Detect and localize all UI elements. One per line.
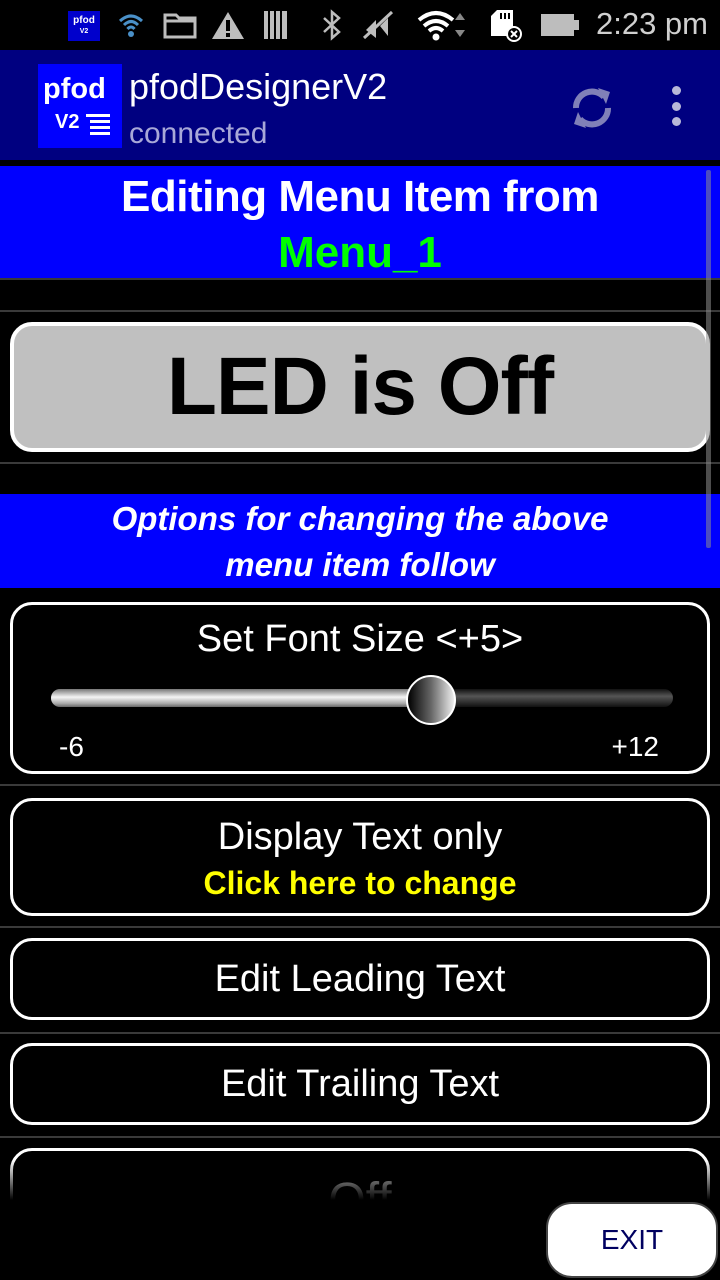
logo-version: V2 [55, 111, 80, 133]
app-icon-subtext: V2 [79, 28, 89, 35]
logo-text: pfod [43, 73, 106, 105]
app-icon-text: pfod [73, 15, 95, 26]
exit-label: EXIT [600, 1224, 664, 1255]
slider-min-label: -6 [59, 731, 84, 762]
preview-label: LED is Off [166, 341, 554, 432]
wifi-hotspot-icon [116, 10, 146, 40]
battery-icon [540, 10, 580, 40]
scrollbar[interactable] [706, 170, 711, 548]
clock: 2:23 pm [595, 6, 708, 41]
refresh-icon[interactable] [566, 82, 618, 134]
font-size-label: Set Font Size <+5> [196, 618, 524, 660]
connection-status: connected [129, 117, 268, 150]
font-size-slider-track[interactable] [51, 689, 673, 707]
divider [0, 1032, 720, 1034]
wifi-icon [416, 10, 470, 41]
editing-header-title: Editing Menu Item from [121, 172, 599, 221]
font-size-slider-fill [51, 689, 432, 707]
overflow-menu-icon[interactable] [662, 86, 690, 126]
app-logo: pfod V2 [38, 64, 122, 148]
options-banner-line1: Options for changing the above [111, 500, 609, 537]
edit-trailing-text-label: Edit Trailing Text [220, 1062, 500, 1105]
app-bar: pfod V2 pfodDesignerV2 connected [0, 50, 720, 160]
scroll-fade [0, 1160, 720, 1200]
bluetooth-icon [318, 9, 346, 41]
divider [0, 784, 720, 786]
font-size-slider-card: Set Font Size <+5> -6 +12 [10, 602, 710, 774]
status-bar: pfod V2 2:23 pm [0, 0, 720, 50]
divider [0, 1136, 720, 1138]
edit-leading-text-label: Edit Leading Text [214, 957, 506, 1000]
folder-icon [162, 10, 198, 40]
options-banner: Options for changing the above menu item… [0, 494, 720, 588]
barcode-icon [262, 10, 290, 40]
options-banner-line2: menu item follow [225, 546, 495, 583]
divider [0, 278, 720, 280]
mute-icon [362, 10, 394, 40]
pfod-app-icon: pfod V2 [68, 11, 100, 41]
exit-button[interactable]: EXIT [546, 1202, 718, 1278]
display-mode-label: Display Text only [217, 816, 503, 858]
editing-header: Editing Menu Item from Menu_1 [0, 166, 720, 278]
divider [0, 310, 720, 312]
edit-trailing-text-button[interactable]: Edit Trailing Text [10, 1043, 710, 1125]
sd-card-error-icon [488, 10, 524, 42]
editor-scroll-area[interactable]: Editing Menu Item from Menu_1 LED is Off… [0, 160, 720, 1200]
divider [0, 462, 720, 464]
edit-leading-text-button[interactable]: Edit Leading Text [10, 938, 710, 1020]
font-size-slider-thumb[interactable] [406, 675, 457, 725]
slider-max-label: +12 [611, 731, 660, 762]
menu-lines-icon [86, 114, 110, 138]
app-title: pfodDesignerV2 [129, 66, 388, 107]
display-mode-button[interactable]: Display Text only Click here to change [10, 798, 710, 916]
divider [0, 926, 720, 928]
display-mode-hint: Click here to change [203, 865, 517, 901]
warning-icon [210, 10, 246, 40]
menu-item-preview-button[interactable]: LED is Off [10, 322, 710, 452]
menu-name: Menu_1 [278, 228, 442, 277]
